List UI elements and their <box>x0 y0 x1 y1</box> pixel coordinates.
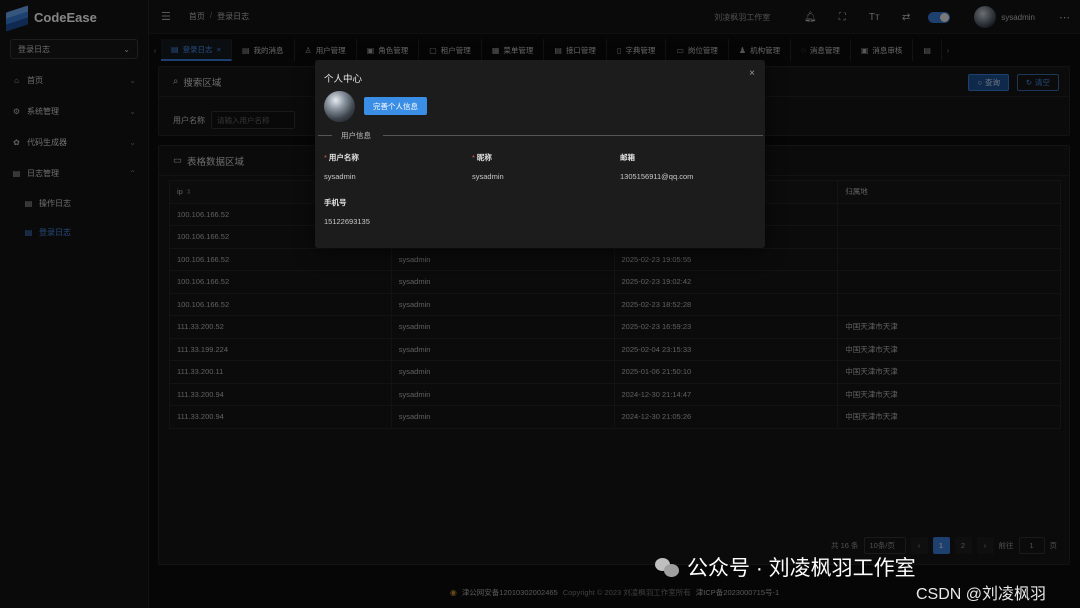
required-mark: * <box>472 153 475 162</box>
field-value: sysadmin <box>472 172 504 181</box>
dialog-title: 个人中心 <box>324 74 363 85</box>
close-icon[interactable]: × <box>749 68 755 79</box>
avatar[interactable] <box>324 91 355 122</box>
field-label: 用户名称 <box>328 153 359 162</box>
field-label: 手机号 <box>324 198 347 207</box>
wechat-watermark: 公众号 · 刘凌枫羽工作室 <box>655 552 916 582</box>
watermark-text: 公众号 · 刘凌枫羽工作室 <box>687 557 916 580</box>
required-mark: * <box>324 153 327 162</box>
section-label: 用户信息 <box>341 131 371 140</box>
field-value: 1305156911@qq.com <box>620 172 694 181</box>
complete-profile-button[interactable]: 完善个人信息 <box>364 97 427 115</box>
field-label: 邮箱 <box>620 153 635 162</box>
field-value: sysadmin <box>324 172 356 181</box>
field-value: 15122693135 <box>324 217 370 226</box>
field-label: 昵称 <box>476 153 492 162</box>
profile-dialog: 个人中心 × 完善个人信息 用户信息 * 用户名称 sysadmin * 昵称 sy… <box>315 60 765 248</box>
wechat-icon <box>655 556 679 578</box>
field-username: * 用户名称 sysadmin <box>324 152 359 181</box>
field-email: 邮箱 1305156911@qq.com <box>620 152 693 181</box>
csdn-watermark: CSDN @刘凌枫羽 <box>916 586 1047 603</box>
section-divider: 用户信息 <box>315 131 765 140</box>
field-phone: 手机号 15122693135 <box>324 197 370 226</box>
field-nickname: * 昵称 sysadmin <box>472 152 504 181</box>
